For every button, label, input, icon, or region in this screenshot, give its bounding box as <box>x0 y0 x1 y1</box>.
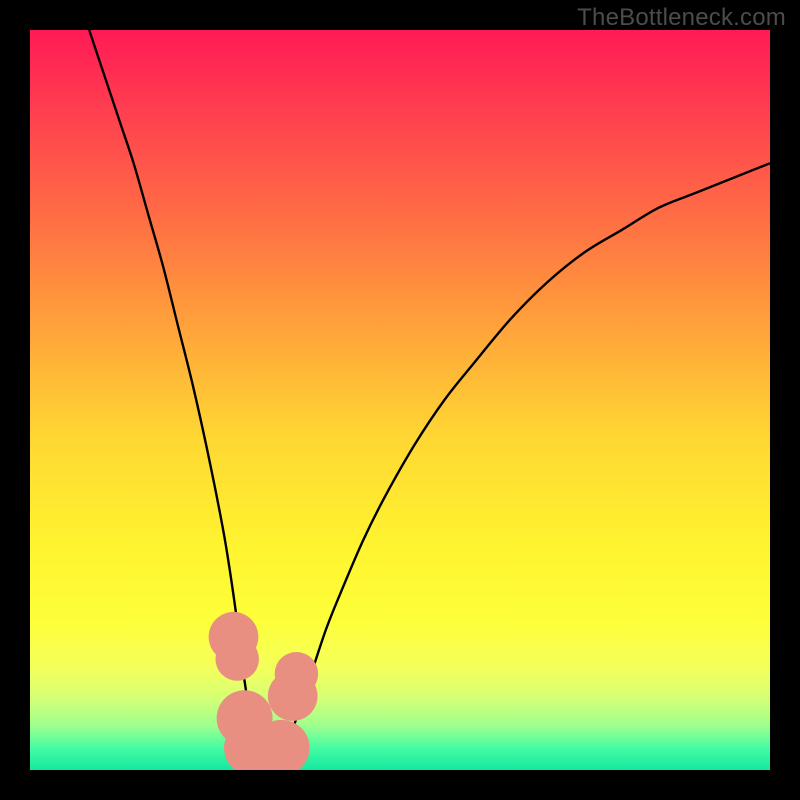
watermark-text: TheBottleneck.com <box>577 4 786 32</box>
data-marker <box>215 637 259 681</box>
data-markers <box>209 612 319 770</box>
plot-area <box>30 30 770 770</box>
bottleneck-curve <box>89 30 770 764</box>
data-marker <box>275 652 319 696</box>
curve-svg <box>30 30 770 770</box>
chart-frame: TheBottleneck.com <box>0 0 800 800</box>
